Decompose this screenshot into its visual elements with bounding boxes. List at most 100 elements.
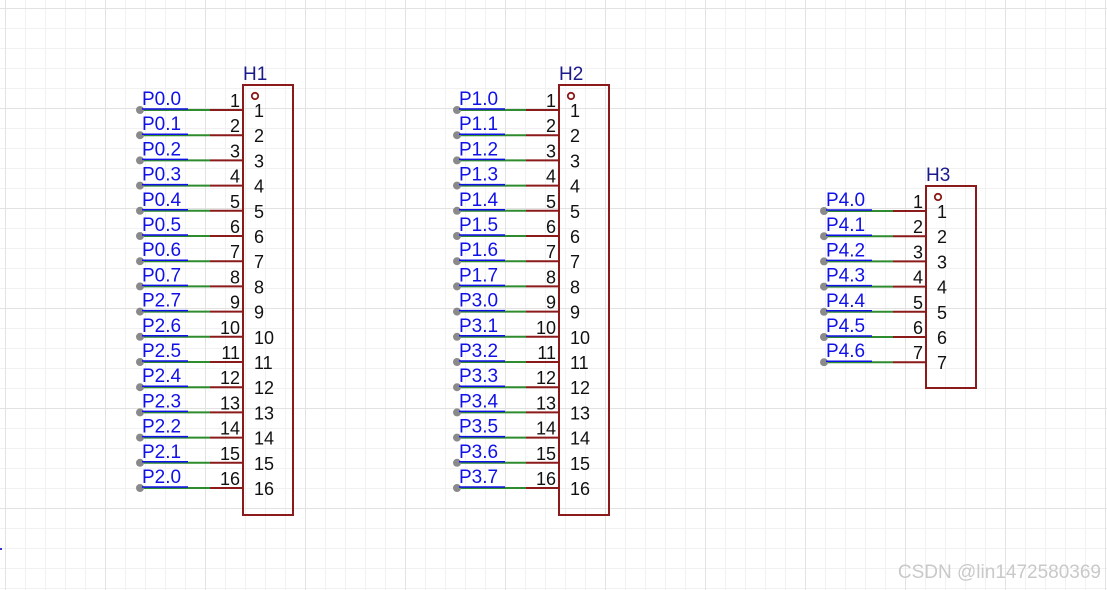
net-label: P3.5 (459, 417, 498, 438)
pin-number: 1 (230, 91, 240, 111)
net-label: P2.2 (142, 417, 181, 438)
net-label: P2.3 (142, 391, 181, 412)
net-label: P2.7 (142, 291, 181, 312)
net-label: P2.4 (142, 366, 182, 387)
pin-number: 7 (230, 242, 240, 262)
pin-number: 5 (546, 192, 556, 212)
net-label: P0.5 (142, 215, 181, 236)
pin-number: 10 (536, 318, 556, 338)
net-label: P0.7 (142, 265, 181, 286)
net-label: P1.2 (459, 139, 498, 160)
pin-name: 13 (254, 403, 274, 423)
pin-name: 2 (254, 126, 264, 146)
net-label: P2.5 (142, 341, 181, 362)
pin-name: 15 (570, 454, 590, 474)
net-label: P4.6 (826, 341, 865, 362)
pin-name: 9 (570, 303, 580, 323)
pin-number: 6 (913, 318, 923, 338)
pin-number: 3 (230, 141, 240, 161)
pin-number: 13 (536, 393, 556, 413)
pin-name: 15 (254, 454, 274, 474)
pin-number: 2 (546, 116, 556, 136)
pin-number: 2 (913, 217, 923, 237)
pin-name: 7 (937, 353, 947, 373)
pin-number: 14 (536, 419, 556, 439)
pin-name: 1 (254, 101, 264, 121)
pin-number: 3 (546, 141, 556, 161)
header-ref-label: H2 (559, 64, 583, 85)
net-label: P1.1 (459, 114, 498, 135)
pin-name: 8 (570, 277, 580, 297)
net-label: P4.1 (826, 215, 865, 236)
net-label: P0.2 (142, 139, 181, 160)
pin-name: 16 (570, 479, 590, 499)
schematic-canvas: H1P0.0 1 1P0.1 2 2P0.2 3 3P0.3 4 4P0.4 5 5P0.5 6 6P0… (136, 64, 977, 516)
net-label: P2.1 (142, 442, 181, 463)
pin-number: 5 (913, 293, 923, 313)
pin-name: 4 (254, 177, 264, 197)
pin-number: 5 (230, 192, 240, 212)
pin-number: 15 (536, 444, 556, 464)
header-h3[interactable]: H3P4.0 1 1P4.1 2 2P4.2 3 3P4.3 4 4P4.4 5 5P4.5 6 6P4… (820, 165, 977, 389)
pin-number: 12 (536, 368, 556, 388)
watermark: CSDN @lin1472580369 (897, 562, 1101, 583)
net-label: P4.0 (826, 190, 865, 211)
net-label: P2.0 (142, 467, 181, 488)
net-label: P1.5 (459, 215, 498, 236)
pin-number: 14 (220, 419, 240, 439)
pin-name: 11 (570, 353, 589, 373)
net-label: P0.4 (142, 190, 182, 211)
net-label: P2.6 (142, 316, 181, 337)
pin-number: 3 (913, 242, 923, 262)
pin-name: 4 (570, 177, 580, 197)
net-label: P3.1 (459, 316, 498, 337)
pin1-marker-icon (566, 91, 576, 101)
pin-row[interactable]: P4.6 7 7 (820, 341, 947, 373)
header-body (925, 185, 977, 389)
pin-name: 13 (570, 403, 590, 423)
net-label: P4.4 (826, 291, 866, 312)
net-label: P3.3 (459, 366, 498, 387)
pin-number: 7 (546, 242, 556, 262)
pin-number: 9 (230, 293, 240, 313)
header-body (242, 84, 294, 516)
net-label: P3.2 (459, 341, 498, 362)
pin-name: 9 (254, 303, 264, 323)
pin-number: 11 (221, 343, 240, 363)
net-label: P4.3 (826, 266, 865, 287)
net-label: P4.5 (826, 316, 865, 337)
pin1-marker-icon (933, 192, 943, 202)
net-label: P1.6 (459, 240, 498, 261)
origin-marker (0, 548, 2, 550)
pin-name: 5 (937, 303, 947, 323)
header-ref-label: H1 (243, 64, 267, 85)
pin-number: 9 (546, 293, 556, 313)
net-label: P1.4 (459, 190, 499, 211)
pin-number: 1 (913, 192, 923, 212)
pin1-marker-icon (250, 91, 260, 101)
pin-name: 8 (254, 277, 264, 297)
net-label: P0.1 (142, 114, 181, 135)
pin-number: 2 (230, 116, 240, 136)
pin-number: 4 (913, 268, 923, 288)
pin-name: 2 (937, 227, 947, 247)
net-label: P1.7 (459, 265, 498, 286)
pin-number: 6 (546, 217, 556, 237)
header-h1[interactable]: H1 P0.0 1 1 P0.1 2 2 P0.2 3 3 P0.3 4 4 P0.4 5 5 P0.5 6 6 P0… (136, 64, 294, 516)
header-h2[interactable]: H2 P1.0 1 1 P1.1 2 2 P1.2 3 3 P1.3 4 4 P1.4 5 5 P1.5 6 6 P1… (453, 64, 610, 516)
pin-name: 1 (570, 101, 580, 121)
net-label: P0.6 (142, 240, 181, 261)
pin-name: 14 (570, 429, 590, 449)
header-body (558, 84, 610, 516)
pin-number: 8 (230, 267, 240, 287)
net-label: P3.4 (459, 391, 499, 412)
net-label: P3.0 (459, 291, 498, 312)
pin-number: 4 (230, 167, 240, 187)
pin-number: 16 (220, 469, 240, 489)
pin-number: 12 (220, 368, 240, 388)
pin-number: 15 (220, 444, 240, 464)
pin-number: 16 (536, 469, 556, 489)
pin-name: 12 (254, 378, 274, 398)
pin-name: 16 (254, 479, 274, 499)
pin-name: 2 (570, 126, 580, 146)
